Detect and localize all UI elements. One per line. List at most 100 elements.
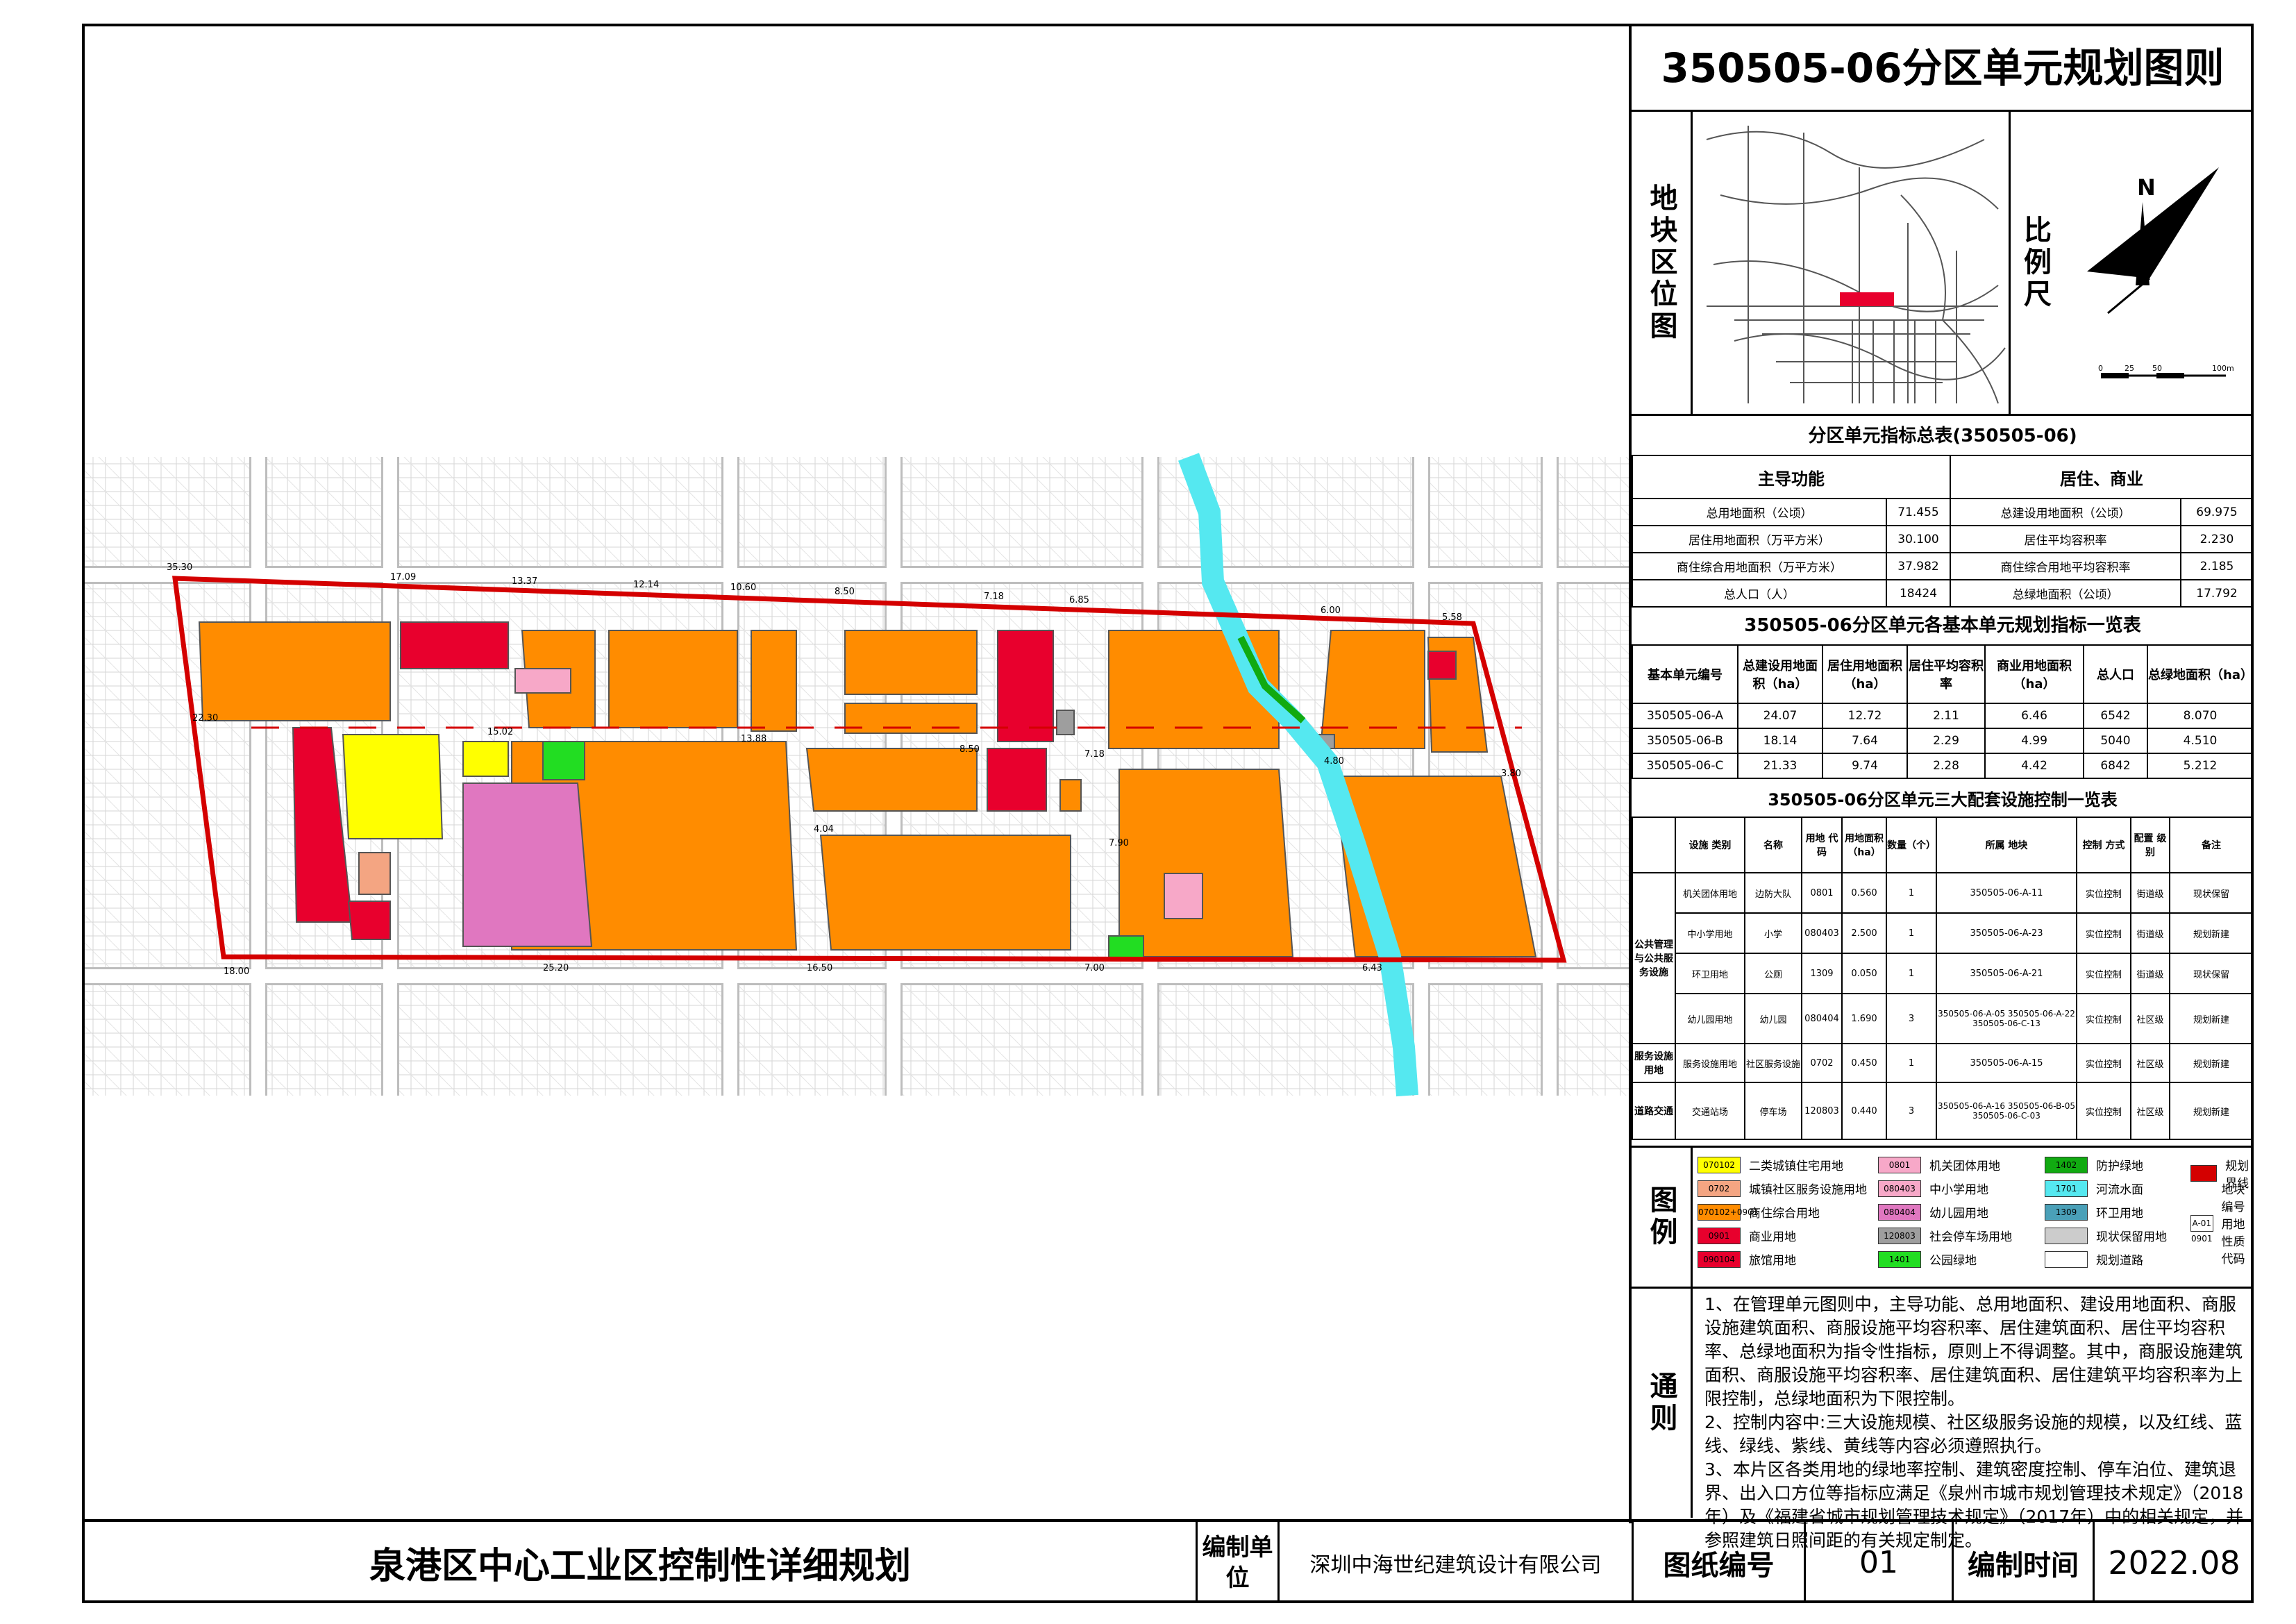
parcel-school (462, 782, 593, 947)
table-cell: 350505-06-A-21 (1936, 953, 2077, 994)
table-cell: 71.455 (1886, 498, 1951, 526)
table-cell: 4.99 (1984, 728, 2084, 754)
legend-swatch: 0801 (1878, 1156, 1921, 1173)
svg-text:6.85: 6.85 (1069, 595, 1089, 605)
legend-swatch: 1309 (2045, 1203, 2088, 1221)
legend-label: 图例 (1645, 1185, 1677, 1249)
table-cell: 350505-06-A-11 (1936, 872, 2077, 914)
legend-item: 1401 公园绿地 (1878, 1250, 1977, 1268)
parcel-residential (342, 734, 444, 839)
table-cell: 商住综合用地面积（万平方米） (1632, 552, 1887, 580)
table-cell: 现状保留 (2169, 953, 2254, 994)
parcel-parking (1056, 710, 1075, 735)
svg-text:3.80: 3.80 (1501, 769, 1521, 779)
svg-text:7.18: 7.18 (984, 592, 1004, 602)
table-cell: 0.050 (1841, 953, 1887, 994)
table-cell: 实位控制 (2076, 953, 2131, 994)
table-cell: 幼儿园用地 (1675, 993, 1745, 1044)
table-cell: 街道级 (2130, 872, 2170, 914)
table-cell: 69.975 (2180, 498, 2254, 526)
table-cell: 6.46 (1984, 703, 2084, 729)
table-cell: 实位控制 (2076, 912, 2131, 954)
parcel-commercial (347, 901, 391, 940)
legend-label: 公园绿地 (1929, 1254, 1977, 1268)
table-cell: 总绿地面积（公顷） (1950, 579, 2181, 608)
table-category: 公共管理与公共服务设施 (1632, 872, 1676, 1044)
parcel-mixed (1118, 769, 1294, 957)
table-cell: 0.440 (1841, 1082, 1887, 1140)
site-marker (1840, 292, 1894, 306)
svg-text:8.50: 8.50 (960, 744, 980, 755)
legend-item: 090104 旅馆用地 (1698, 1250, 1796, 1268)
legend-item: 070102+0901 商住综合用地 (1698, 1203, 1820, 1221)
designer-name: 深圳中海世纪建筑设计有限公司 (1309, 1552, 1602, 1577)
legend-item: A-01 0901 地块编号 用地性质代码 (2190, 1180, 2254, 1266)
table-category: 服务设施用地 (1632, 1043, 1676, 1083)
table-cell: 350505-06-A (1632, 703, 1738, 729)
parcel-service (358, 852, 391, 895)
svg-text:6.00: 6.00 (1321, 605, 1341, 616)
table-cell: 350505-06-B (1632, 728, 1738, 754)
table-cell: 1 (1886, 912, 1937, 954)
table-cell: 37.982 (1886, 552, 1951, 580)
table-cell: 停车场 (1744, 1082, 1802, 1140)
table-header: 居住平均容积率 (1907, 644, 1986, 704)
legend-swatch: 1401 (1878, 1250, 1921, 1268)
legend-swatch: 0901 (1698, 1227, 1741, 1244)
table-header: 设施 类别 (1675, 817, 1745, 873)
parcel-mixed (198, 621, 391, 721)
svg-text:16.50: 16.50 (807, 963, 832, 973)
table-cell: 17.792 (2180, 579, 2254, 608)
table-cell: 街道级 (2130, 912, 2170, 954)
table-cell: 8.070 (2147, 703, 2254, 729)
legend-label: 机关团体用地 (1929, 1160, 2000, 1173)
table-cell: 公厕 (1744, 953, 1802, 994)
table-cell: 2.230 (2180, 525, 2254, 553)
facilities-caption: 350505-06分区单元三大配套设施控制一览表 (1768, 790, 2118, 810)
legend-item: 1309 环卫用地 (2045, 1203, 2143, 1221)
legend-item: 0901 商业用地 (1698, 1227, 1796, 1244)
table-cell: 社区服务设施 (1744, 1043, 1802, 1083)
table-header: 基本单元编号 (1632, 644, 1738, 704)
parcel-residential (462, 741, 509, 777)
legend-item: 0702 城镇社区服务设施用地 (1698, 1180, 1867, 1197)
table-cell: 4.42 (1984, 753, 2084, 779)
legend-item: 120803 社会停车场用地 (1878, 1227, 2012, 1244)
legend-label: 幼儿园用地 (1929, 1207, 1988, 1221)
table-cell: 小学 (1744, 912, 1802, 954)
table-cell: 1 (1886, 953, 1937, 994)
units-table: 基本单元编号 总建设用地面积（ha） 居住用地面积（ha） 居住平均容积率 商业… (1632, 644, 2254, 779)
svg-text:10.60: 10.60 (730, 583, 756, 593)
north-and-scale: N 0 25 50 100m (2059, 112, 2254, 414)
svg-text:12.14: 12.14 (633, 580, 659, 590)
legend-item: 1701 河流水面 (2045, 1180, 2143, 1197)
legend-label: 商住综合用地 (1749, 1207, 1820, 1221)
land-use-map: 35.30 17.09 13.37 12.14 10.60 8.50 7.18 … (85, 453, 1632, 1097)
summary-table: 主导功能 居住、商业 总用地面积（公顷） 71.455 总建设用地面积（公顷） … (1632, 455, 2254, 608)
table-cell: 0801 (1801, 872, 1843, 914)
legend-swatch: 080403 (1878, 1180, 1921, 1197)
svg-text:4.80: 4.80 (1324, 756, 1344, 767)
parcel-park (1108, 935, 1144, 961)
table-cell: 350505-06-A-15 (1936, 1043, 2077, 1083)
table-header: 总人口 (2083, 644, 2148, 704)
scale-label: 比例尺 (2019, 215, 2051, 311)
scale-tick: 0 (2098, 364, 2103, 373)
svg-text:35.30: 35.30 (167, 562, 192, 573)
legend-swatch (2045, 1250, 2088, 1268)
svg-text:4.04: 4.04 (814, 824, 834, 835)
table-cell: 边防大队 (1744, 872, 1802, 914)
table-cell: 0.450 (1841, 1043, 1887, 1083)
table-category: 道路交通 (1632, 1082, 1676, 1140)
legend-swatch: 080404 (1878, 1203, 1921, 1221)
legend-swatch: A-01 0901 (2190, 1214, 2213, 1244)
table-cell: 环卫用地 (1675, 953, 1745, 994)
table-cell: 6842 (2083, 753, 2148, 779)
table-cell: 5.212 (2147, 753, 2254, 779)
table-cell: 社区级 (2130, 1043, 2170, 1083)
table-cell: 实位控制 (2076, 1082, 2131, 1140)
legend-swatch: 1701 (2045, 1180, 2088, 1197)
table-cell: 4.510 (2147, 728, 2254, 754)
divider (1691, 1289, 1693, 1518)
legend-item: 080403 中小学用地 (1878, 1180, 1988, 1197)
